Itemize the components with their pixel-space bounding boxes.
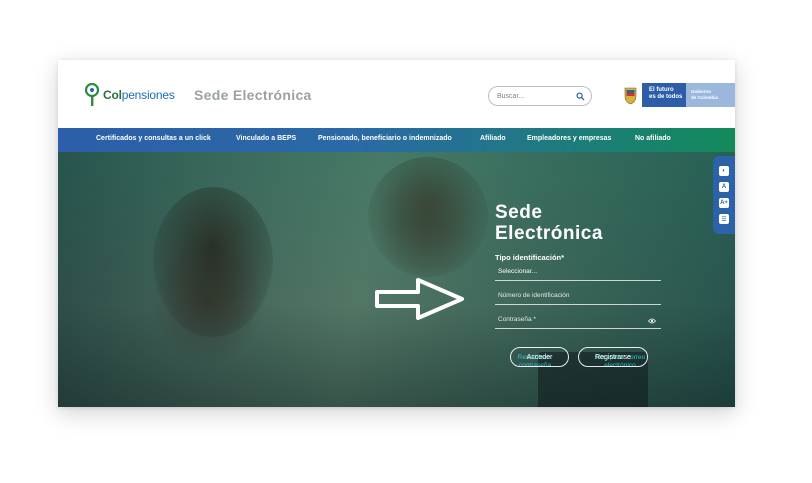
gov-name-line2: de Colombia xyxy=(691,94,719,100)
nav-item-beps[interactable]: Vinculado a BEPS xyxy=(236,135,296,142)
gobierno-colombia-logo[interactable]: El futuro es de todos Gobierno de Colomb… xyxy=(619,83,735,107)
browser-window: Colpensiones Sede Electrónica El futuro … xyxy=(58,60,735,407)
id-type-value: Seleccionar... xyxy=(498,268,538,275)
gov-slogan: El futuro es de todos xyxy=(642,83,686,107)
colpensiones-logo[interactable]: Colpensiones xyxy=(84,83,175,107)
site-header: Colpensiones Sede Electrónica El futuro … xyxy=(58,60,735,128)
nav-item-empleadores[interactable]: Empleadores y empresas xyxy=(527,135,611,142)
search-input[interactable] xyxy=(497,90,573,102)
site-title: Sede Electrónica xyxy=(194,87,312,103)
sign-language-icon[interactable]: ☰ xyxy=(719,214,729,224)
id-type-select[interactable]: Seleccionar... xyxy=(495,264,661,281)
login-title-line2: Electrónica xyxy=(495,223,603,244)
nav-item-pensionado[interactable]: Pensionado, beneficiario o indemnizado xyxy=(318,135,452,142)
logo-wordmark: Colpensiones xyxy=(103,88,175,102)
colombia-shield-icon xyxy=(619,83,642,107)
login-button[interactable]: Acceder xyxy=(510,347,569,367)
login-form: Sede Electrónica Tipo identificación* Se… xyxy=(495,202,663,369)
main-nav: Certificados y consultas a un click Vinc… xyxy=(58,128,735,152)
id-number-input[interactable] xyxy=(498,292,648,299)
text-size-large-icon[interactable]: A+ xyxy=(719,198,729,208)
login-title-line1: Sede xyxy=(495,202,543,223)
hero-banner: Sede Electrónica Tipo identificación* Se… xyxy=(58,152,735,407)
id-number-field[interactable] xyxy=(495,288,661,305)
nav-item-no-afiliado[interactable]: No afiliado xyxy=(635,135,671,142)
nav-item-afiliado[interactable]: Afiliado xyxy=(480,135,506,142)
password-field[interactable] xyxy=(495,312,661,329)
id-type-label: Tipo identificación* xyxy=(495,253,565,262)
right-arrow-icon xyxy=(375,278,464,320)
contrast-icon[interactable]: ◐ xyxy=(719,166,729,176)
show-password-eye-icon[interactable] xyxy=(648,318,656,324)
register-button[interactable]: Registrarse xyxy=(578,347,648,367)
search-icon[interactable] xyxy=(576,92,585,101)
nav-item-certificados[interactable]: Certificados y consultas a un click xyxy=(96,135,211,142)
gov-slogan-line1: El futuro xyxy=(649,87,674,93)
gov-slogan-line2: es de todos xyxy=(649,94,683,100)
login-title: Sede Electrónica xyxy=(495,202,663,244)
search-box[interactable] xyxy=(488,86,592,106)
text-size-icon[interactable]: A xyxy=(719,182,729,192)
accessibility-toolbar: ◐ A A+ ☰ xyxy=(713,156,735,234)
gov-name: Gobierno de Colombia xyxy=(686,83,735,107)
colpensiones-logo-icon xyxy=(84,83,100,106)
password-input[interactable] xyxy=(498,316,648,323)
